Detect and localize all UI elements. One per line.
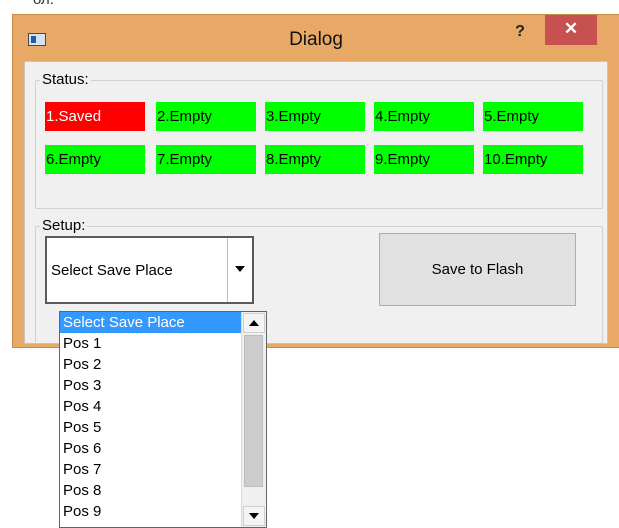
dropdown-item-select-save-place[interactable]: Select Save Place	[60, 312, 241, 333]
scroll-up-arrow-icon[interactable]	[243, 313, 265, 333]
slot-1: 1.Saved	[45, 102, 145, 131]
status-group-label: Status:	[40, 71, 91, 88]
slot-7: 7.Empty	[156, 145, 256, 174]
dropdown-item-pos-7[interactable]: Pos 7	[60, 459, 241, 480]
cut-off-text: ол.	[33, 0, 54, 8]
dropdown-items: Select Save Place Pos 1 Pos 2 Pos 3 Pos …	[60, 312, 241, 522]
save-place-dropdown-list[interactable]: Select Save Place Pos 1 Pos 2 Pos 3 Pos …	[59, 311, 267, 528]
dropdown-item-pos-8[interactable]: Pos 8	[60, 480, 241, 501]
save-to-flash-button[interactable]: Save to Flash	[379, 233, 576, 306]
slot-6: 6.Empty	[45, 145, 145, 174]
dropdown-item-pos-2[interactable]: Pos 2	[60, 354, 241, 375]
status-group: Status: 1.Saved 2.Empty 3.Empty 4.Empty …	[35, 71, 603, 209]
combo-value: Select Save Place	[51, 262, 173, 279]
help-button[interactable]: ?	[508, 21, 532, 43]
slot-10: 10.Empty	[483, 145, 583, 174]
scrollbar-thumb[interactable]	[244, 335, 263, 487]
slot-8: 8.Empty	[265, 145, 365, 174]
dropdown-item-pos-1[interactable]: Pos 1	[60, 333, 241, 354]
chevron-down-icon[interactable]	[227, 238, 252, 302]
slot-4: 4.Empty	[374, 102, 474, 131]
scroll-down-arrow-icon[interactable]	[243, 506, 265, 526]
dropdown-item-pos-9[interactable]: Pos 9	[60, 501, 241, 522]
close-button[interactable]: ✕	[545, 15, 597, 45]
dropdown-scrollbar[interactable]	[241, 312, 266, 527]
dropdown-item-pos-3[interactable]: Pos 3	[60, 375, 241, 396]
dropdown-item-pos-4[interactable]: Pos 4	[60, 396, 241, 417]
slot-9: 9.Empty	[374, 145, 474, 174]
save-place-combobox[interactable]: Select Save Place	[45, 236, 254, 304]
slot-3: 3.Empty	[265, 102, 365, 131]
title-bar[interactable]: Dialog ? ✕	[13, 15, 619, 61]
slot-5: 5.Empty	[483, 102, 583, 131]
setup-group-label: Setup:	[40, 217, 88, 234]
dropdown-item-pos-5[interactable]: Pos 5	[60, 417, 241, 438]
slot-2: 2.Empty	[156, 102, 256, 131]
dropdown-item-pos-6[interactable]: Pos 6	[60, 438, 241, 459]
